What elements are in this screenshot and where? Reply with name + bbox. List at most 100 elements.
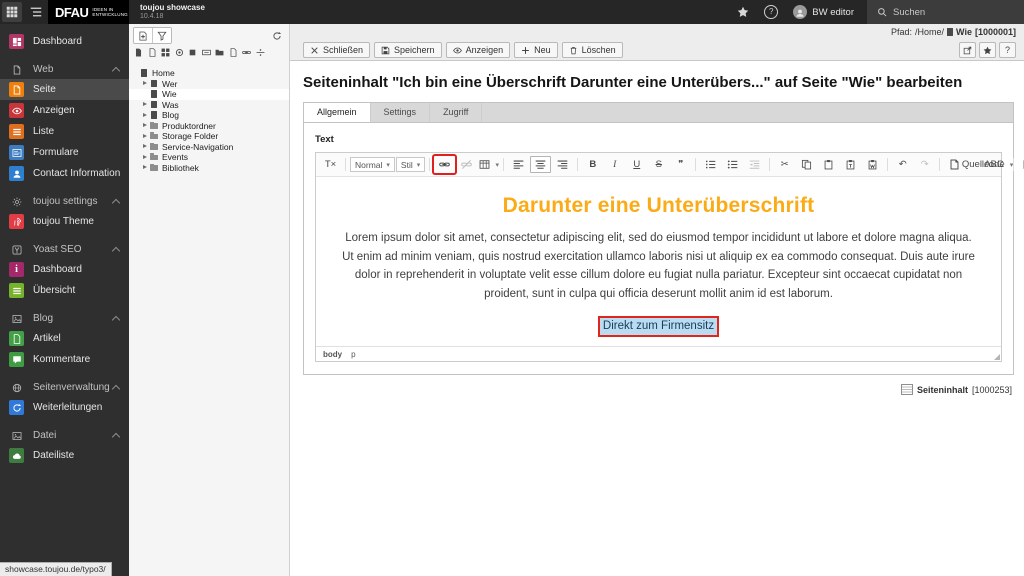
sidebar-item-yoast-dashboard[interactable]: i Dashboard xyxy=(0,259,129,280)
resize-grip[interactable] xyxy=(994,354,1000,360)
sidebar-item-uebersicht[interactable]: Übersicht xyxy=(0,280,129,301)
tree-node-storage-folder[interactable]: Storage Folder xyxy=(129,131,289,142)
paste-text-button[interactable] xyxy=(840,156,861,173)
help-icon[interactable]: ? xyxy=(764,5,779,19)
new-page-button[interactable] xyxy=(134,28,152,43)
sidebar-item-artikel[interactable]: Artikel xyxy=(0,328,129,349)
pagetype-link[interactable] xyxy=(175,48,184,57)
copy-button[interactable] xyxy=(796,156,817,173)
sidebar-section-blog[interactable]: Blog xyxy=(0,309,129,328)
expand-arrow-icon[interactable] xyxy=(143,154,148,160)
save-button[interactable]: Speichern xyxy=(374,42,442,58)
tree-node-service-navigation[interactable]: Service-Navigation xyxy=(129,142,289,153)
module-menu-toggle-icon[interactable] xyxy=(2,2,22,22)
underline-button[interactable]: U xyxy=(626,156,647,173)
filter-button[interactable] xyxy=(152,28,171,43)
sidebar-item-weiterleitungen[interactable]: Weiterleitungen xyxy=(0,397,129,418)
expand-arrow-icon[interactable] xyxy=(133,71,138,76)
search-input[interactable]: Suchen xyxy=(867,0,1024,24)
expand-arrow-icon[interactable] xyxy=(143,165,148,170)
pagetype-mountpoint[interactable] xyxy=(201,48,211,57)
pagetype-standard[interactable] xyxy=(134,48,143,57)
bookmark-icon[interactable] xyxy=(737,6,749,18)
align-center-button[interactable] xyxy=(530,156,552,173)
align-left-button[interactable] xyxy=(508,156,529,173)
paste-word-button[interactable] xyxy=(862,156,883,173)
tree-node-wie[interactable]: Wie xyxy=(129,89,289,100)
sidebar-item-contact-information[interactable]: Contact Information xyxy=(0,163,129,184)
cut-button[interactable]: ✂ xyxy=(774,156,795,173)
tree-node-blog[interactable]: Blog xyxy=(129,110,289,121)
expand-arrow-icon[interactable] xyxy=(143,102,148,107)
sidebar-item-seite[interactable]: Seite xyxy=(0,79,129,100)
unlink-button[interactable] xyxy=(456,156,477,173)
tab-zugriff[interactable]: Zugriff xyxy=(430,103,483,122)
pagetype-page[interactable] xyxy=(148,48,157,57)
redo-button[interactable]: ↷ xyxy=(914,156,935,173)
sidebar-item-dashboard[interactable]: Dashboard xyxy=(0,31,129,52)
tab-allgemein[interactable]: Allgemein xyxy=(304,103,371,122)
user-menu[interactable]: BW editor xyxy=(793,5,854,19)
strikethrough-button[interactable]: S xyxy=(648,156,669,173)
sidebar-section-seitenverwaltung[interactable]: Seitenverwaltung xyxy=(0,378,129,397)
sidebar-item-liste[interactable]: Liste xyxy=(0,121,129,142)
pagetype-recycler[interactable] xyxy=(229,48,238,57)
delete-button[interactable]: Löschen xyxy=(561,42,623,58)
element-path-body[interactable]: body xyxy=(323,350,342,359)
sidebar-section-datei[interactable]: Datei xyxy=(0,426,129,445)
table-button[interactable] xyxy=(478,156,499,173)
tree-node-produktordner[interactable]: Produktordner xyxy=(129,121,289,132)
tree-node-bibliothek[interactable]: Bibliothek xyxy=(129,163,289,174)
help-button[interactable]: ? xyxy=(999,42,1016,58)
bold-button[interactable]: B xyxy=(582,156,603,173)
new-button[interactable]: Neu xyxy=(514,42,558,58)
tree-node-wer[interactable]: Wer xyxy=(129,79,289,90)
pagetype-folder[interactable] xyxy=(215,48,224,57)
italic-button[interactable]: I xyxy=(604,156,625,173)
align-right-button[interactable] xyxy=(552,156,573,173)
element-path-p[interactable]: p xyxy=(351,350,355,359)
show-blocks-button[interactable] xyxy=(1018,156,1024,173)
unordered-list-button[interactable] xyxy=(722,156,743,173)
expand-arrow-icon[interactable] xyxy=(143,92,148,97)
sidebar-item-formulare[interactable]: Formulare xyxy=(0,142,129,163)
sidebar-section-web[interactable]: Web xyxy=(0,60,129,79)
ordered-list-button[interactable] xyxy=(700,156,721,173)
indent-button[interactable] xyxy=(744,156,765,173)
open-document-button[interactable] xyxy=(959,42,976,58)
tree-node-was[interactable]: Was xyxy=(129,100,289,111)
tab-settings[interactable]: Settings xyxy=(371,103,431,122)
view-button[interactable]: Anzeigen xyxy=(445,42,511,58)
pagetype-backend-section[interactable] xyxy=(161,48,170,57)
undo-button[interactable]: ↶ xyxy=(892,156,913,173)
expand-arrow-icon[interactable] xyxy=(143,123,148,128)
expand-arrow-icon[interactable] xyxy=(143,133,148,139)
sidebar-item-toujou-theme[interactable]: toujou Theme xyxy=(0,211,129,232)
pagetype-spacer[interactable] xyxy=(256,48,265,57)
expand-arrow-icon[interactable] xyxy=(143,112,148,118)
close-button[interactable]: Schließen xyxy=(303,42,371,58)
pagetype-external-link[interactable] xyxy=(242,48,251,57)
blockquote-button[interactable]: ❞ xyxy=(670,156,691,173)
refresh-tree-icon[interactable] xyxy=(269,28,285,43)
style-select[interactable]: Stil xyxy=(395,157,426,172)
bookmark-button[interactable] xyxy=(979,42,996,58)
sidebar-item-dateiliste[interactable]: Dateiliste xyxy=(0,445,129,466)
brand-logo[interactable]: DFAU IDEEN IN ENTWICKLUNG xyxy=(48,0,129,24)
format-select[interactable]: Normal xyxy=(350,157,395,172)
rte-editing-area[interactable]: Darunter eine Unterüberschrift Lorem ips… xyxy=(316,177,1001,346)
tree-node-events[interactable]: Events xyxy=(129,152,289,163)
link-button[interactable] xyxy=(432,154,458,175)
spellcheck-button[interactable]: ABC xyxy=(984,156,1009,173)
sidebar-section-yoast-seo[interactable]: Yoast SEO xyxy=(0,240,129,259)
expand-arrow-icon[interactable] xyxy=(143,81,148,86)
selected-link-annotated[interactable]: Direkt zum Firmensitz xyxy=(597,315,720,337)
expand-arrow-icon[interactable] xyxy=(143,144,148,149)
paste-button[interactable] xyxy=(818,156,839,173)
pagetype-shortcut[interactable] xyxy=(188,48,197,57)
tree-node-home[interactable]: Home xyxy=(129,68,289,79)
pagetree-toggle-icon[interactable] xyxy=(26,2,46,22)
sidebar-item-kommentare[interactable]: Kommentare xyxy=(0,349,129,370)
sidebar-item-anzeigen[interactable]: Anzeigen xyxy=(0,100,129,121)
remove-format-button[interactable]: T× xyxy=(320,156,341,173)
